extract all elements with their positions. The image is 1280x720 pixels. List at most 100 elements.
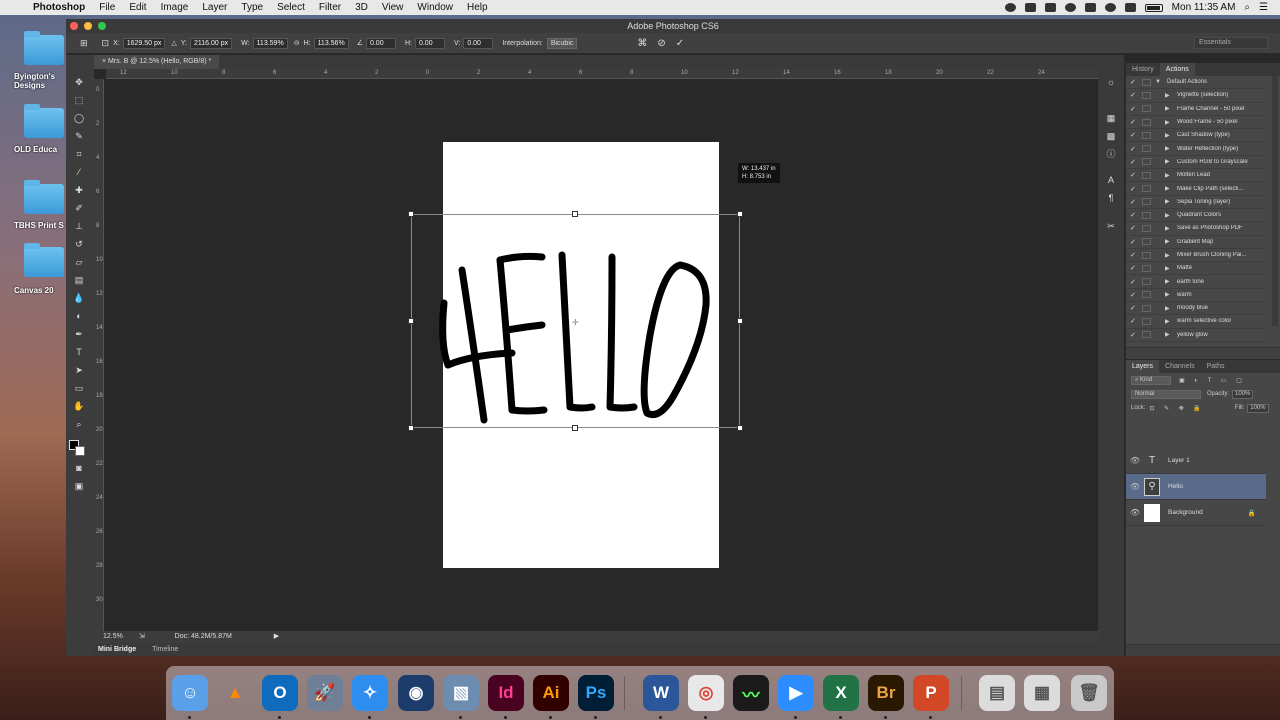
expand-right-icon[interactable]: ▶ [1165,318,1173,325]
healing-tool-icon[interactable]: ✚ [73,185,85,195]
transform-handle-br[interactable] [737,425,743,431]
check-icon[interactable]: ✓ [1130,158,1140,166]
delta-icon[interactable]: △ [171,39,176,47]
screenflow-icon[interactable]: ◉ [398,675,434,711]
vlc-icon[interactable]: ▲ [217,675,253,711]
action-row[interactable]: ✓ ▶ moody blue [1126,302,1266,316]
action-row[interactable]: ✓ ▶ Make Clip Path (selecti... [1126,182,1266,196]
fill-field[interactable]: 100% [1247,403,1269,413]
status-icon[interactable] [1004,3,1016,12]
link-icon[interactable]: ⊝ [294,39,300,47]
action-row[interactable]: ✓ ▶ warm selective color [1126,315,1266,329]
check-icon[interactable]: ✓ [1130,304,1140,312]
panel-info-icon[interactable]: ⓘ [1105,149,1117,159]
dialog-toggle-icon[interactable] [1142,331,1151,339]
hskew-field[interactable]: 0.00 [414,37,445,49]
dialog-toggle-icon[interactable] [1142,251,1151,259]
action-row[interactable]: ✓ ▶ Save as Photoshop PDF [1126,222,1266,236]
expand-down-icon[interactable]: ▼ [1155,79,1163,85]
launchpad-icon[interactable]: 🚀 [307,675,343,711]
menu-view[interactable]: View [375,2,411,13]
eraser-tool-icon[interactable]: ▱ [73,257,85,267]
check-icon[interactable]: ✓ [1130,105,1140,113]
dialog-toggle-icon[interactable] [1142,118,1151,126]
transform-handle-bl[interactable] [408,425,414,431]
notification-center-icon[interactable]: ☰ [1259,2,1268,13]
close-window-button[interactable] [70,22,78,30]
illustrator-icon[interactable]: Ai [533,675,569,711]
trash-icon[interactable]: 🗑 [1071,675,1107,711]
expand-right-icon[interactable]: ▶ [1165,145,1173,152]
menu-photoshop[interactable]: Photoshop [26,2,92,13]
desktop-folder-2[interactable] [24,104,68,138]
workspace-select[interactable]: Essentials [1194,37,1268,49]
action-row[interactable]: ✓ ▶ Frame Channel - 50 pixel [1126,103,1266,116]
opacity-field[interactable]: 100% [1232,389,1254,399]
tab-actions[interactable]: Actions [1159,63,1195,76]
action-row[interactable]: ✓ ▶ warm [1126,289,1266,303]
tab-timeline[interactable]: Timeline [152,646,178,653]
layer-row-hello[interactable]: 👁 ⚲ Hello [1126,474,1266,500]
tab-history[interactable]: History [1126,63,1160,76]
transform-handle-tl[interactable] [408,211,414,217]
type-tool-icon[interactable]: T [73,347,85,357]
action-row[interactable]: ✓ ▶ Gradient Map [1126,236,1266,249]
zoom-level[interactable]: 12.5% [103,633,123,640]
bluetooth-icon[interactable] [1084,3,1096,12]
tab-channels[interactable]: Channels [1159,360,1201,373]
tab-mini-bridge[interactable]: Mini Bridge [98,646,136,653]
clock[interactable]: Mon 11:35 AM [1172,2,1236,13]
action-row[interactable]: ✓ ▶ Cast Shadow (type) [1126,129,1266,143]
x-field[interactable]: 1629.50 px [122,37,166,49]
check-icon[interactable]: ✓ [1130,145,1140,153]
expand-right-icon[interactable]: ▶ [1165,158,1173,165]
action-row[interactable]: ✓ ▶ Sepia Toning (layer) [1126,196,1266,209]
expand-right-icon[interactable]: ▶ [1165,305,1173,312]
eye-icon[interactable] [1064,3,1076,12]
expand-right-icon[interactable]: ▶ [1165,92,1173,99]
check-icon[interactable]: ✓ [1130,317,1140,325]
action-row[interactable]: ✓ ▶ Wood Frame - 50 pixel [1126,116,1266,130]
outlook-icon[interactable]: O [262,675,298,711]
quick-mask-icon[interactable]: ◙ [73,463,85,473]
check-icon[interactable]: ✓ [1130,185,1140,193]
transform-handle-tr[interactable] [737,211,743,217]
dialog-toggle-icon[interactable] [1142,105,1151,113]
dialog-toggle-icon[interactable] [1142,145,1151,153]
action-row[interactable]: ✓ ▶ Molten Lead [1126,169,1266,183]
dialog-toggle-icon[interactable] [1142,91,1151,99]
powerpoint-icon[interactable]: P [913,675,949,711]
dialog-toggle-icon[interactable] [1142,78,1151,86]
check-icon[interactable]: ✓ [1130,118,1140,126]
panel-tools-icon[interactable]: ✂ [1105,221,1117,231]
move-tool-icon[interactable]: ✥ [73,77,85,87]
desktop-folder-1[interactable] [24,31,68,65]
vskew-field[interactable]: 0.00 [463,37,494,49]
angle-field[interactable]: 0.00 [365,37,396,49]
status-menu-arrow-icon[interactable]: ▶ [274,633,279,640]
battery-icon[interactable] [1144,3,1163,12]
action-row[interactable]: ✓ ▶ Vignette (selection) [1126,89,1266,103]
action-row[interactable]: ✓ ▶ earth tone [1126,275,1266,289]
check-icon[interactable]: ✓ [1130,211,1140,219]
check-icon[interactable]: ✓ [1130,264,1140,272]
layer-kind-filter[interactable]: ⌕ Kind [1131,375,1171,385]
filter-icons[interactable]: ▣ ◐ T ▭ ▢ [1179,377,1246,384]
panel-character-icon[interactable]: A [1105,175,1117,185]
lasso-tool-icon[interactable]: ◯ [73,113,85,123]
check-icon[interactable]: ✓ [1130,331,1140,339]
preview-icon[interactable]: ▧ [443,675,479,711]
stamp-tool-icon[interactable]: ⊥ [73,221,85,231]
warp-icon[interactable]: ⌘ [637,38,647,49]
zoom-window-button[interactable] [98,22,106,30]
minimize-window-button[interactable] [84,22,92,30]
dialog-toggle-icon[interactable] [1142,317,1151,325]
downloads-icon[interactable]: ▦ [1024,675,1060,711]
hand-tool-icon[interactable]: ✋ [73,401,85,411]
dialog-toggle-icon[interactable] [1142,291,1151,299]
safari-icon[interactable]: ✧ [352,675,388,711]
check-icon[interactable]: ✓ [1130,131,1140,139]
document-tab[interactable]: × Mrs. B @ 12.5% (Hello, RGB/8) * [94,55,220,69]
expand-right-icon[interactable]: ▶ [1165,291,1173,298]
dialog-toggle-icon[interactable] [1142,304,1151,312]
